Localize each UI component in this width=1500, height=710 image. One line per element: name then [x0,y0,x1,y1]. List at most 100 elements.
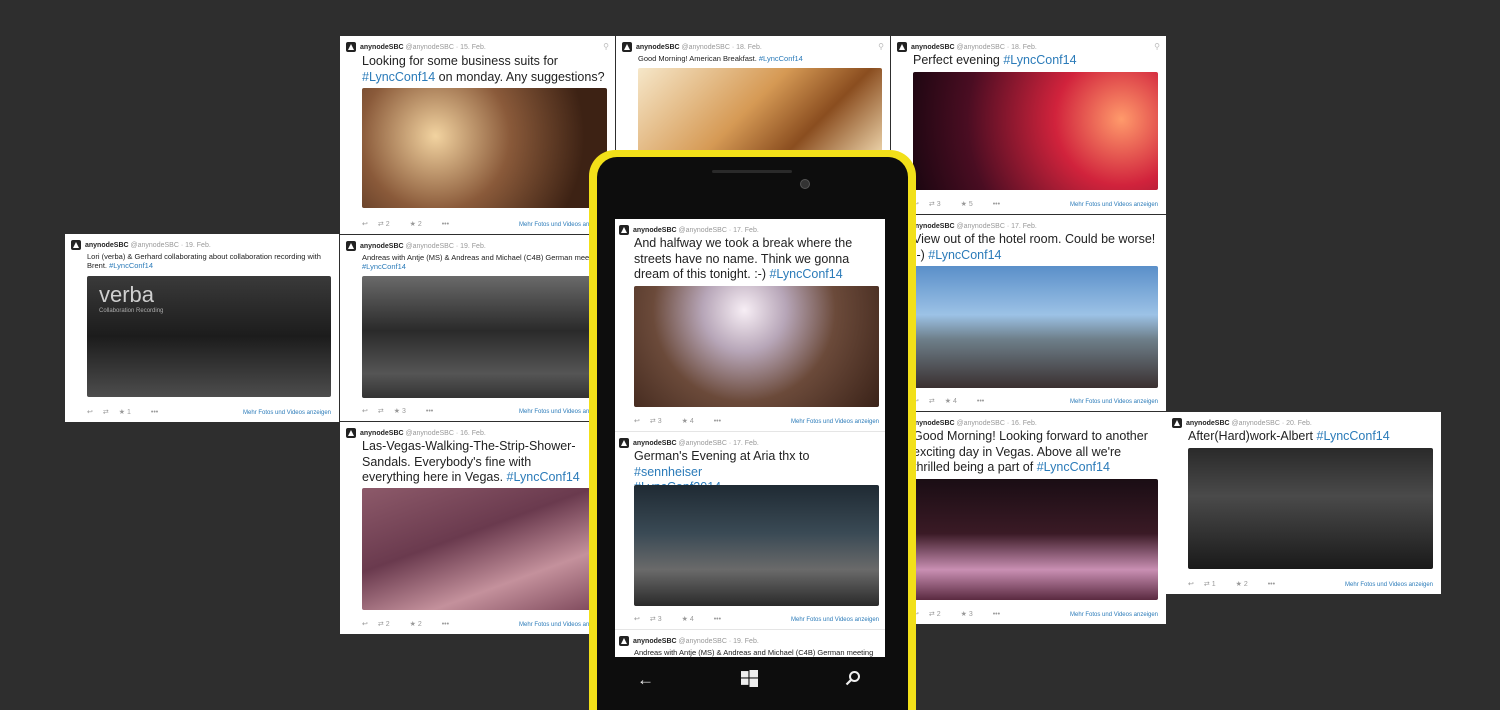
tweet-photo[interactable]: verba Collaboration Recording [87,276,331,397]
more-options-icon[interactable]: ••• [714,616,721,623]
location-pin-icon: ⚲ [1154,42,1160,51]
tweet-actions: ↩⇄★ 4••• [913,397,994,405]
tweet-photo[interactable] [913,72,1158,190]
reply-icon[interactable]: ↩ [362,221,368,228]
retweet-icon[interactable]: ⇄ 2 [378,221,400,228]
tweet-actions: ↩ ⇄ 2 ★ 2 ••• [362,220,459,228]
anynode-logo-icon [619,225,629,235]
retweet-icon[interactable]: ⇄ [929,398,935,405]
tweet-actions: ↩ ⇄ ★ 1 ••• [87,408,168,416]
phone-device: anynodeSBC @anynodeSBC · 17. Feb. And ha… [589,150,916,710]
retweet-icon[interactable]: ⇄ 3 [650,418,672,425]
tweet-photo[interactable] [634,485,879,606]
tweet-actions: ↩⇄ 3★ 5••• [913,200,1010,208]
show-more-media-link[interactable]: Mehr Fotos und Videos anzeigen [1070,399,1158,405]
tweet-card[interactable]: anynodeSBC @anynodeSBC · 17. Feb. View o… [891,215,1166,411]
show-more-media-link[interactable]: Mehr Fotos und Videos anzeigen [243,410,331,416]
tweet-photo[interactable] [634,286,879,407]
more-options-icon[interactable]: ••• [993,201,1000,208]
windows-start-icon[interactable] [741,670,758,692]
show-more-media-link[interactable]: Mehr Fotos und Videos anzeigen [791,419,879,425]
search-icon[interactable] [845,670,861,691]
tweet-card[interactable]: anynodeSBC @anynodeSBC · 16. Feb. Las-Ve… [340,422,615,634]
tweet-photo[interactable] [913,479,1158,600]
tweet-header: anynodeSBC @anynodeSBC · 18. Feb. ⚲ [622,42,884,54]
favorite-icon[interactable]: ★ 2 [410,621,432,628]
tweet-actions: ↩ ⇄ 1 ★ 2 ••• [1188,580,1285,588]
more-options-icon[interactable]: ••• [1268,581,1275,588]
anynode-logo-icon [1172,418,1182,428]
show-more-media-link[interactable]: Mehr Fotos und Videos anzeigen [1070,202,1158,208]
retweet-icon[interactable]: ⇄ 3 [929,201,951,208]
retweet-icon[interactable]: ⇄ [103,409,109,416]
favorite-icon[interactable]: ★ 2 [410,221,432,228]
tweet-card[interactable]: anynodeSBC @anynodeSBC · 19. Feb. Andrea… [615,630,885,657]
more-options-icon[interactable]: ••• [442,621,449,628]
favorite-icon[interactable]: ★ 4 [682,418,704,425]
tweet-card[interactable]: anynodeSBC @anynodeSBC · 17. Feb. German… [615,432,885,630]
reply-icon[interactable]: ↩ [1188,581,1194,588]
reply-icon[interactable]: ↩ [362,408,368,415]
tweet-card[interactable]: anynodeSBC @anynodeSBC · 19. Feb. Andrea… [340,235,615,421]
favorite-icon[interactable]: ★ 4 [945,398,967,405]
tweet-card[interactable]: anynodeSBC @anynodeSBC · 17. Feb. And ha… [615,219,885,432]
show-more-media-link[interactable]: Mehr Fotos und Videos anzeigen [791,617,879,623]
retweet-icon[interactable]: ⇄ [378,408,384,415]
tweet-card[interactable]: anynodeSBC @anynodeSBC · 15. Feb. ⚲ Look… [340,36,615,234]
more-options-icon[interactable]: ••• [426,408,433,415]
show-more-media-link[interactable]: Mehr Fotos und Videos anzeigen [1345,582,1433,588]
anynode-logo-icon [346,241,356,251]
phone-speaker [712,170,792,173]
tweet-header: anynodeSBC @anynodeSBC · 19. Feb. [619,636,879,648]
reply-icon[interactable]: ↩ [87,409,93,416]
tweet-photo[interactable] [362,488,607,610]
tweet-photo[interactable] [1188,448,1433,569]
tweet-text: Good Morning! American Breakfast. #LyncC… [638,54,803,63]
tweet-text: Good Morning! Looking forward to another… [913,429,1148,475]
tweet-actions: ↩ ⇄ 3 ★ 4 ••• [634,615,731,623]
tweet-card[interactable]: anynodeSBC @anynodeSBC · 18. Feb. ⚲ Good… [616,36,890,156]
back-icon[interactable]: ← [637,670,654,690]
favorite-icon[interactable]: ★ 1 [119,409,141,416]
tweet-photo[interactable] [362,276,607,398]
tweet-photo[interactable] [638,68,882,156]
favorite-icon[interactable]: ★ 4 [682,616,704,623]
anynode-logo-icon [619,438,629,448]
retweet-icon[interactable]: ⇄ 2 [929,611,951,618]
more-options-icon[interactable]: ••• [151,409,158,416]
favorite-icon[interactable]: ★ 3 [961,611,983,618]
tweet-text: Andreas with Antje (MS) & Andreas and Mi… [362,253,602,272]
tweet-photo[interactable] [362,88,607,208]
tweet-card[interactable]: anynodeSBC @anynodeSBC · 19. Feb. Lori (… [65,234,339,422]
tweet-card[interactable]: anynodeSBC @anynodeSBC · 20. Feb. After(… [1166,412,1441,594]
reply-icon[interactable]: ↩ [634,418,640,425]
reply-icon[interactable]: ↩ [634,616,640,623]
more-options-icon[interactable]: ••• [993,611,1000,618]
anynode-logo-icon [346,42,356,52]
tweet-text: Perfect evening #LyncConf14 [913,53,1077,67]
tweet-header: anynodeSBC @anynodeSBC · 19. Feb. [71,240,333,252]
show-more-media-link[interactable]: Mehr Fotos und Videos anzeigen [1070,612,1158,618]
more-options-icon[interactable]: ••• [442,221,449,228]
location-pin-icon: ⚲ [603,42,609,51]
anynode-logo-icon [619,636,629,646]
tweet-actions: ↩ ⇄ 3 ★ 4 ••• [634,417,731,425]
tweet-photo[interactable] [913,266,1158,388]
tweet-actions: ↩ ⇄ ★ 3 ••• [362,407,443,415]
retweet-icon[interactable]: ⇄ 3 [650,616,672,623]
favorite-icon[interactable]: ★ 3 [394,408,416,415]
favorite-icon[interactable]: ★ 2 [1236,581,1258,588]
more-options-icon[interactable]: ••• [977,398,984,405]
retweet-icon[interactable]: ⇄ 1 [1204,581,1226,588]
more-options-icon[interactable]: ••• [714,418,721,425]
tweet-card[interactable]: anynodeSBC @anynodeSBC · 16. Feb. Good M… [891,412,1166,624]
tweet-card[interactable]: anynodeSBC @anynodeSBC · 18. Feb. ⚲ Perf… [891,36,1166,214]
retweet-icon[interactable]: ⇄ 2 [378,621,400,628]
phone-screen: anynodeSBC @anynodeSBC · 17. Feb. And ha… [615,219,885,657]
tweet-actions: ↩ ⇄ 2 ★ 2 ••• [362,620,459,628]
reply-icon[interactable]: ↩ [362,621,368,628]
favorite-icon[interactable]: ★ 5 [961,201,983,208]
tweet-header: anynodeSBC @anynodeSBC · 15. Feb. ⚲ [346,42,609,54]
tweet-text: Lori (verba) & Gerhard collaborating abo… [87,252,321,271]
anynode-logo-icon [622,42,632,52]
